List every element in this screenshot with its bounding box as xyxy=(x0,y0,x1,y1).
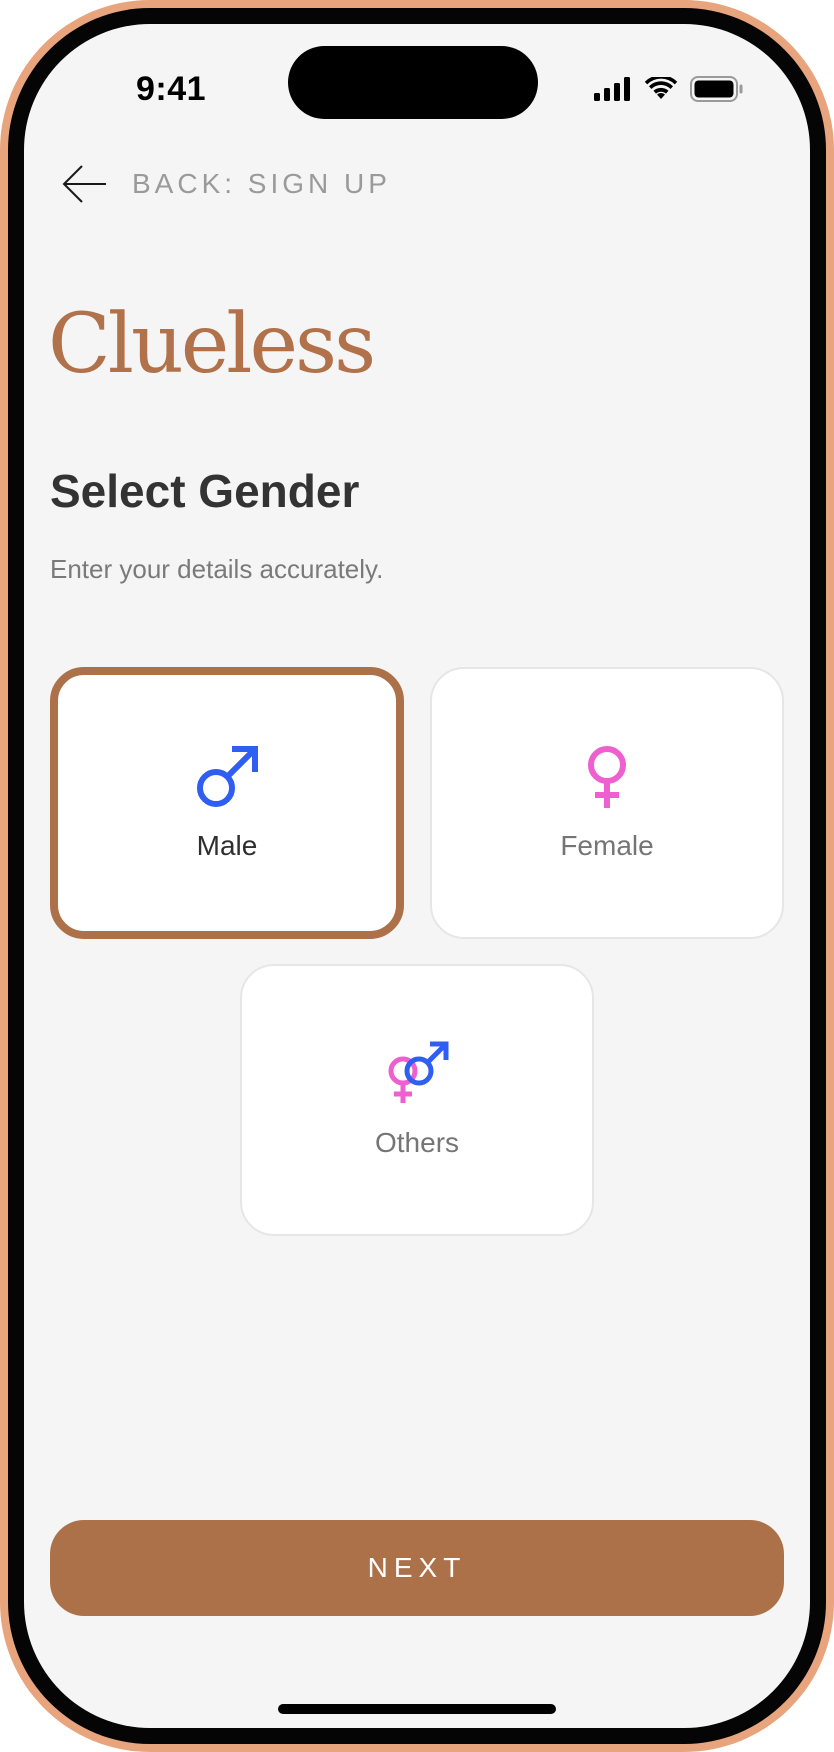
male-symbol-icon xyxy=(197,746,258,807)
page-title: Select Gender xyxy=(50,465,360,517)
dynamic-island xyxy=(288,46,538,119)
wifi-icon xyxy=(644,77,678,99)
battery-icon xyxy=(690,76,743,102)
gender-symbols-icon xyxy=(388,1041,449,1103)
gender-option-label: Male xyxy=(196,830,258,861)
arrow-left-icon xyxy=(62,165,106,203)
female-symbol-icon xyxy=(588,746,626,808)
app-screen: 9:41 BACK: SIGN UP Clueless Select Gende… xyxy=(24,24,810,1728)
phone-frame: 9:41 BACK: SIGN UP Clueless Select Gende… xyxy=(0,0,834,1752)
next-button-label: NEXT xyxy=(367,1552,467,1583)
gender-option-male[interactable]: Male xyxy=(50,667,404,939)
cellular-signal-icon xyxy=(594,77,630,101)
status-icons xyxy=(594,76,744,102)
status-time: 9:41 xyxy=(136,70,207,108)
brand-logo: Clueless xyxy=(48,297,376,392)
gender-option-female[interactable]: Female xyxy=(430,667,784,939)
back-label: BACK: SIGN UP xyxy=(132,168,391,199)
phone-bezel: 9:41 BACK: SIGN UP Clueless Select Gende… xyxy=(8,8,826,1744)
next-button[interactable]: NEXT xyxy=(50,1520,784,1616)
gender-option-label: Others xyxy=(374,1127,460,1158)
back-button[interactable]: BACK: SIGN UP xyxy=(60,164,391,204)
gender-option-label: Female xyxy=(560,830,654,861)
home-indicator[interactable] xyxy=(278,1704,556,1714)
page-subtitle: Enter your details accurately. xyxy=(50,554,384,584)
gender-option-others[interactable]: Others xyxy=(240,964,594,1236)
